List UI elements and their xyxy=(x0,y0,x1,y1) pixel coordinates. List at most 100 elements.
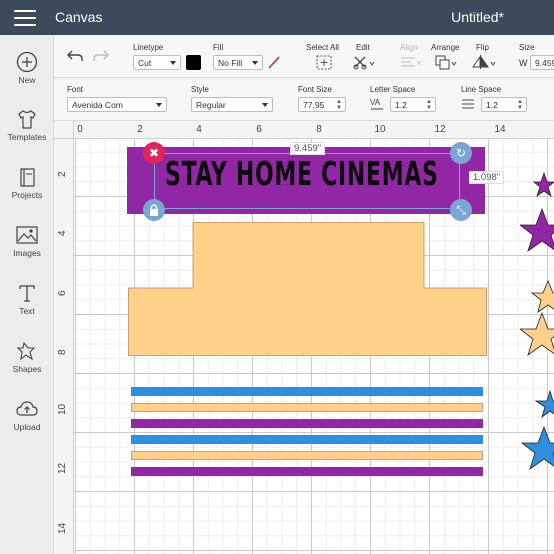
font-value: Avenida Com xyxy=(72,100,123,110)
marquee-shape[interactable] xyxy=(128,222,487,356)
size-width-label: W xyxy=(519,58,528,68)
plus-circle-icon xyxy=(16,51,38,73)
no-fill-icon[interactable] xyxy=(267,55,281,70)
ruler-tick-label: 4 xyxy=(196,124,202,135)
letter-space-icon: VA xyxy=(370,98,383,110)
sidebar-item-text[interactable]: Text xyxy=(0,282,54,316)
ruler-tick-label: 8 xyxy=(316,124,322,135)
linetype-select[interactable]: Cut xyxy=(133,55,181,70)
document-title[interactable]: Untitled* xyxy=(451,9,504,25)
line-space-value: 1.2 xyxy=(486,100,498,110)
sidebar-item-label: Upload xyxy=(13,422,41,432)
ruler-tick-label: 12 xyxy=(434,124,446,135)
sidebar-item-shapes[interactable]: Shapes xyxy=(0,340,54,374)
star-icon xyxy=(520,425,554,471)
edit-label: Edit xyxy=(356,43,370,52)
image-icon xyxy=(16,226,38,244)
flip-label: Flip xyxy=(476,43,489,52)
style-label: Style xyxy=(191,85,209,94)
letter-space-input[interactable]: 1.2 ▲ ▼ xyxy=(390,97,436,112)
rotate-handle-icon[interactable]: ↻ xyxy=(450,142,472,164)
ruler-tick-label: 10 xyxy=(374,124,386,135)
ruler-tick-label: 14 xyxy=(57,522,68,534)
style-value: Regular xyxy=(196,100,226,110)
spinner-icon[interactable]: ▲ ▼ xyxy=(517,99,523,111)
font-select[interactable]: Avenida Com xyxy=(67,97,167,112)
menu-icon[interactable] xyxy=(14,10,36,26)
line-space-input[interactable]: 1.2 ▲ ▼ xyxy=(481,97,527,112)
sidebar-item-label: Templates xyxy=(7,132,47,142)
spinner-icon[interactable]: ▲ ▼ xyxy=(336,99,342,111)
stripe-blue[interactable] xyxy=(131,435,483,444)
height-dimension-label: 1.098" xyxy=(469,171,505,184)
star-icon xyxy=(530,279,554,313)
design-canvas[interactable]: 0 2 4 6 8 10 12 14 2 4 6 8 10 12 14 STAY… xyxy=(54,121,554,554)
letter-space-label: Letter Space xyxy=(370,85,416,94)
stars-column xyxy=(520,171,554,471)
delete-handle-icon[interactable]: ✖ xyxy=(143,142,165,164)
ruler-tick-label: 10 xyxy=(57,403,68,415)
sidebar-item-upload[interactable]: Upload xyxy=(0,398,54,432)
ruler-tick-label: 6 xyxy=(57,290,68,296)
undo-icon[interactable] xyxy=(66,49,84,63)
arrange-icon[interactable] xyxy=(434,54,458,71)
sidebar-item-templates[interactable]: Templates xyxy=(0,108,54,142)
scissors-edit-icon[interactable] xyxy=(352,54,376,71)
size-width-input[interactable]: 9.459 xyxy=(530,55,554,70)
font-label: Font xyxy=(67,85,84,94)
linetype-label: Linetype xyxy=(133,43,164,52)
stripe-blue[interactable] xyxy=(131,387,483,396)
select-all-icon[interactable] xyxy=(315,54,333,71)
resize-handle-icon[interactable]: ⤡ xyxy=(450,199,472,221)
arrange-label: Arrange xyxy=(431,43,460,52)
ruler-tick-label: 2 xyxy=(57,171,68,177)
left-panel: New Templates Projects Images Text Shape… xyxy=(0,35,54,554)
letter-space-value: 1.2 xyxy=(395,100,407,110)
title-bar: Canvas Untitled* xyxy=(0,0,554,35)
tshirt-icon xyxy=(18,110,36,129)
line-space-icon xyxy=(462,99,474,109)
stripe-purple[interactable] xyxy=(131,419,483,428)
ruler-tick-label: 12 xyxy=(57,462,68,474)
style-select[interactable]: Regular xyxy=(191,97,273,112)
font-size-value: 77.95 xyxy=(303,100,325,110)
align-icon xyxy=(401,57,422,67)
ruler-top: 0 2 4 6 8 10 12 14 xyxy=(74,121,554,139)
flip-icon[interactable] xyxy=(471,54,497,71)
font-size-label: Font Size xyxy=(298,85,332,94)
ruler-left: 2 4 6 8 10 12 14 xyxy=(54,139,74,554)
sidebar-item-label: Text xyxy=(19,306,35,316)
fill-label: Fill xyxy=(213,43,224,52)
app-title: Canvas xyxy=(55,9,103,25)
linetype-color-swatch[interactable] xyxy=(186,55,201,70)
spinner-icon[interactable]: ▲ ▼ xyxy=(426,99,432,111)
ruler-tick-label: 6 xyxy=(256,124,262,135)
linetype-value: Cut xyxy=(138,58,152,68)
font-size-input[interactable]: 77.95 ▲ ▼ xyxy=(298,97,346,112)
ruler-tick-label: 2 xyxy=(137,124,143,135)
stripe-orange[interactable] xyxy=(131,451,483,460)
star-icon xyxy=(520,311,554,357)
select-all-label: Select All xyxy=(306,43,339,52)
redo-icon[interactable] xyxy=(92,49,110,63)
svg-text:VA: VA xyxy=(370,98,381,107)
ruler-tick-label: 14 xyxy=(494,124,506,135)
cloud-upload-icon xyxy=(16,401,38,416)
ruler-tick-label: 0 xyxy=(77,124,83,135)
ruler-tick-label: 8 xyxy=(57,349,68,355)
selection-box[interactable] xyxy=(154,153,460,209)
size-width-value: 9.459 xyxy=(535,58,554,68)
text-toolbar: Font Avenida Com Style Regular Font Size… xyxy=(54,78,554,121)
size-label: Size xyxy=(519,43,535,52)
sidebar-item-label: Shapes xyxy=(12,364,42,374)
lock-handle-icon[interactable] xyxy=(143,199,165,221)
align-label: Align xyxy=(400,43,418,52)
sidebar-item-new[interactable]: New xyxy=(0,51,54,85)
fill-select[interactable]: No Fill xyxy=(213,55,263,70)
stripe-purple[interactable] xyxy=(131,467,483,476)
sidebar-item-images[interactable]: Images xyxy=(0,224,54,258)
star-icon xyxy=(534,389,554,419)
shapes-icon xyxy=(16,341,36,361)
sidebar-item-projects[interactable]: Projects xyxy=(0,166,54,200)
stripe-orange[interactable] xyxy=(131,403,483,412)
